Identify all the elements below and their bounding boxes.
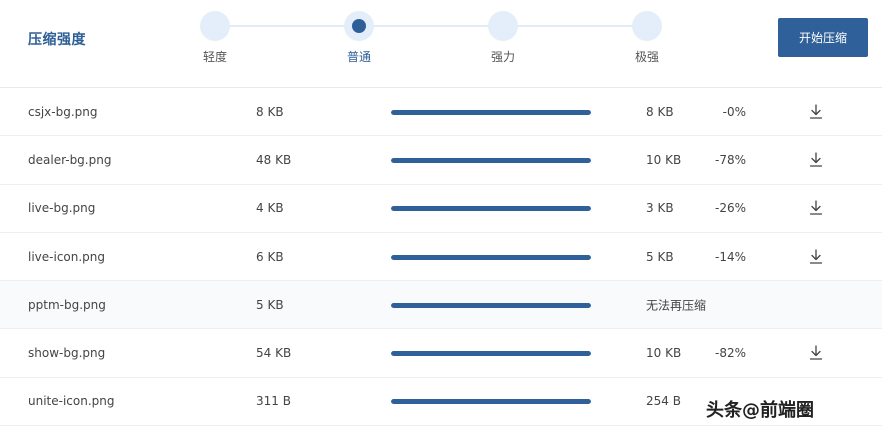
download-icon[interactable] (809, 345, 823, 361)
original-size: 48 KB (256, 152, 292, 167)
download-icon[interactable] (809, 200, 823, 216)
watermark: 头条@前端圈 (706, 400, 814, 421)
progress-bar (391, 109, 591, 115)
file-row: dealer-bg.png 48 KB 10 KB -78% (0, 136, 882, 185)
progress-bar (391, 206, 591, 212)
compression-level-slider[interactable]: 轻度 普通 强力 极强 (200, 11, 662, 71)
progress-fill (391, 302, 591, 308)
original-size: 311 B (256, 394, 291, 409)
file-row: csjx-bg.png 8 KB 8 KB -0% (0, 88, 882, 137)
level-step-2[interactable] (488, 11, 518, 41)
start-compress-button[interactable]: 开始压缩 (778, 18, 868, 57)
original-size: 8 KB (256, 104, 284, 119)
file-name: dealer-bg.png (28, 152, 112, 167)
compression-ratio: -78% (714, 152, 746, 167)
file-name: csjx-bg.png (28, 104, 98, 119)
download-icon[interactable] (809, 248, 823, 265)
progress-fill (391, 254, 591, 260)
compressed-size: 无法再压缩 (646, 298, 707, 313)
compression-ratio: -26% (714, 201, 746, 216)
progress-bar (391, 302, 591, 308)
original-size: 54 KB (256, 346, 292, 361)
file-name: live-icon.png (28, 249, 106, 264)
download-icon[interactable] (809, 152, 823, 168)
file-row: show-bg.png 54 KB 10 KB -82% (0, 329, 882, 378)
progress-bar (391, 254, 591, 260)
level-label[interactable]: 强力 (473, 48, 533, 65)
original-size: 5 KB (256, 297, 284, 312)
compression-ratio: -14% (714, 249, 746, 264)
compressed-size: 254 B (646, 394, 681, 409)
compressed-size: 8 KB (646, 104, 674, 119)
level-label[interactable]: 轻度 (185, 48, 245, 65)
file-name: pptm-bg.png (28, 297, 106, 312)
progress-fill (391, 351, 591, 357)
file-list: csjx-bg.png 8 KB 8 KB -0% dealer-bg.png 48 KB… (0, 88, 882, 427)
progress-fill (391, 399, 591, 405)
file-row: live-icon.png 6 KB 5 KB -14% (0, 232, 882, 282)
progress-fill (391, 206, 591, 212)
level-step-0[interactable] (200, 11, 230, 41)
compressed-size: 10 KB (646, 152, 682, 167)
file-name: live-bg.png (28, 201, 96, 216)
level-step-3[interactable] (632, 11, 662, 41)
level-label[interactable]: 极强 (617, 48, 677, 65)
file-name: show-bg.png (28, 346, 106, 361)
compressed-size: 3 KB (646, 201, 674, 216)
level-step-1[interactable] (344, 11, 374, 41)
slider-track (215, 25, 647, 27)
compressed-size: 10 KB (646, 346, 682, 361)
file-row: pptm-bg.png 5 KB 无法再压缩 (0, 281, 882, 330)
progress-bar (391, 157, 591, 163)
compression-ratio: -0% (722, 104, 746, 119)
original-size: 6 KB (256, 249, 284, 264)
file-row: live-bg.png 4 KB 3 KB -26% (0, 184, 882, 233)
level-label[interactable]: 普通 (329, 48, 389, 65)
progress-bar (391, 351, 591, 357)
compression-header: 压缩强度 轻度 普通 强力 极强 开始压缩 (0, 0, 882, 88)
progress-fill (391, 157, 591, 163)
compression-level-title: 压缩强度 (28, 32, 86, 48)
compression-ratio: -82% (714, 346, 746, 361)
progress-bar (391, 399, 591, 405)
compressed-size: 5 KB (646, 249, 674, 264)
progress-fill (391, 109, 591, 115)
original-size: 4 KB (256, 201, 284, 216)
file-name: unite-icon.png (28, 394, 115, 409)
download-icon[interactable] (809, 103, 823, 120)
